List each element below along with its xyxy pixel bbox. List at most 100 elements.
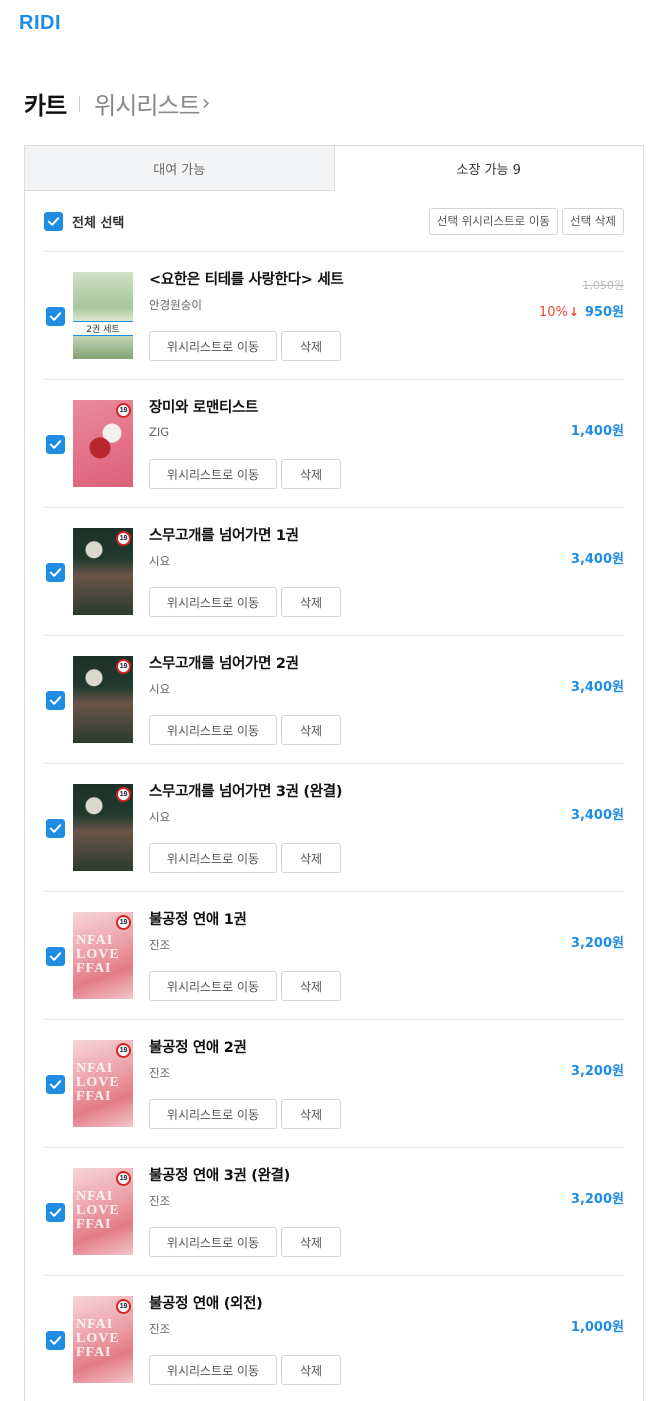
delete-button[interactable]: 삭제 [281,715,341,745]
book-title[interactable]: <요한은 티테를 사랑한다> 세트 [149,268,344,289]
check-icon [49,1080,62,1089]
item-checkbox[interactable] [46,947,65,966]
item-actions: 위시리스트로 이동 삭제 [149,331,341,361]
book-cover[interactable]: 19 [73,656,133,743]
cart-item: 19 NFAI LOVE FFAI 불공정 연애 2권 진조 위시리스트로 이동 … [44,1020,624,1148]
book-author[interactable]: 시요 [149,681,170,697]
book-author[interactable]: 진조 [149,1321,170,1337]
delete-button[interactable]: 삭제 [281,331,341,361]
item-actions: 위시리스트로 이동 삭제 [149,715,341,745]
cart-title: 카트 [24,92,67,120]
down-arrow-icon: ↓ [568,305,579,319]
book-author[interactable]: 진조 [149,1065,170,1081]
move-to-wishlist-button[interactable]: 위시리스트로 이동 [149,715,277,745]
delete-button[interactable]: 삭제 [281,587,341,617]
item-actions: 위시리스트로 이동 삭제 [149,843,341,873]
delete-button[interactable]: 삭제 [281,459,341,489]
check-icon [47,216,60,226]
item-actions: 위시리스트로 이동 삭제 [149,459,341,489]
original-price: 1,050원 [582,279,624,292]
delete-button[interactable]: 삭제 [281,1099,341,1129]
book-cover[interactable]: 19 [73,784,133,871]
item-price: 3,400원 [570,552,624,567]
delete-button[interactable]: 삭제 [281,1227,341,1257]
item-checkbox[interactable] [46,1075,65,1094]
item-price: 3,200원 [570,1064,624,1079]
select-all-checkbox[interactable] [44,211,63,231]
chevron-right-icon[interactable]: › [202,91,211,116]
adult-19-badge: 19 [116,787,131,802]
cover-artwork-text: NFAI LOVE FFAI [76,1317,120,1360]
move-selected-to-wishlist-button[interactable]: 선택 위시리스트로 이동 [428,207,559,235]
select-all-label[interactable]: 전체 선택 [72,212,124,231]
book-author[interactable]: ZIG [149,425,169,439]
item-price: 3,400원 [570,808,624,823]
discount-rate: 10% [538,305,568,320]
book-title[interactable]: 스무고개를 넘어가면 1권 [149,524,299,545]
item-checkbox[interactable] [46,1331,65,1350]
check-icon [49,312,62,321]
move-to-wishlist-button[interactable]: 위시리스트로 이동 [149,331,277,361]
item-checkbox[interactable] [46,819,65,838]
book-cover[interactable]: 19 [73,400,133,487]
book-title[interactable]: 스무고개를 넘어가면 2권 [149,652,299,673]
book-cover[interactable]: 2권 세트 [73,272,133,359]
book-author[interactable]: 진조 [149,1193,170,1209]
item-checkbox[interactable] [46,1203,65,1222]
book-title[interactable]: 장미와 로맨티스트 [149,396,258,417]
delete-button[interactable]: 삭제 [281,843,341,873]
cover-artwork-text: NFAI LOVE FFAI [76,933,120,976]
tab-purchase[interactable]: 소장 가능 9 [334,146,643,191]
cart-item: 19 NFAI LOVE FFAI 불공정 연애 (외전) 진조 위시리스트로 이… [44,1276,624,1401]
book-title[interactable]: 불공정 연애 (외전) [149,1292,263,1313]
book-cover[interactable]: 19 [73,528,133,615]
book-title[interactable]: 불공정 연애 3권 (완결) [149,1164,290,1185]
book-author[interactable]: 시요 [149,809,170,825]
item-checkbox[interactable] [46,691,65,710]
adult-19-badge: 19 [116,403,131,418]
adult-19-badge: 19 [116,915,131,930]
check-icon [49,952,62,961]
delete-button[interactable]: 삭제 [281,971,341,1001]
item-checkbox[interactable] [46,563,65,582]
wishlist-link[interactable]: 위시리스트 [94,86,200,121]
item-checkbox[interactable] [46,435,65,454]
book-title[interactable]: 스무고개를 넘어가면 3권 (완결) [149,780,342,801]
book-author[interactable]: 안경원숭이 [149,297,202,313]
book-cover[interactable]: 19 NFAI LOVE FFAI [73,1296,133,1383]
cart-item-list: 2권 세트 <요한은 티테를 사랑한다> 세트 안경원숭이 위시리스트로 이동 … [44,252,624,1401]
book-cover[interactable]: 19 NFAI LOVE FFAI [73,912,133,999]
move-to-wishlist-button[interactable]: 위시리스트로 이동 [149,843,277,873]
heading-divider [79,95,81,112]
cart-panel: 대여 가능 소장 가능 9 전체 선택 선택 위시리스트로 이동 선택 삭제 2… [24,145,644,1401]
item-price: 3,400원 [570,680,624,695]
book-author[interactable]: 시요 [149,553,170,569]
check-icon [49,568,62,577]
ridi-logo[interactable]: RIDI [19,12,61,35]
book-author[interactable]: 진조 [149,937,170,953]
cart-content: 전체 선택 선택 위시리스트로 이동 선택 삭제 2권 세트 <요한은 티테를 … [44,191,624,1401]
cart-toolbar: 전체 선택 선택 위시리스트로 이동 선택 삭제 [44,191,624,252]
cart-item: 19 스무고개를 넘어가면 3권 (완결) 시요 위시리스트로 이동 삭제 3,… [44,764,624,892]
set-count-badge: 2권 세트 [73,321,133,336]
delete-selected-button[interactable]: 선택 삭제 [562,207,624,235]
item-actions: 위시리스트로 이동 삭제 [149,971,341,1001]
item-price: 1,400원 [570,424,624,439]
move-to-wishlist-button[interactable]: 위시리스트로 이동 [149,1355,277,1385]
move-to-wishlist-button[interactable]: 위시리스트로 이동 [149,971,277,1001]
item-price: 3,200원 [570,1192,624,1207]
book-cover[interactable]: 19 NFAI LOVE FFAI [73,1040,133,1127]
item-price: 3,200원 [570,936,624,951]
item-price: 1,000원 [570,1320,624,1335]
tab-rental[interactable]: 대여 가능 [25,146,335,191]
book-title[interactable]: 불공정 연애 1권 [149,908,247,929]
delete-button[interactable]: 삭제 [281,1355,341,1385]
book-cover[interactable]: 19 NFAI LOVE FFAI [73,1168,133,1255]
move-to-wishlist-button[interactable]: 위시리스트로 이동 [149,1227,277,1257]
item-checkbox[interactable] [46,307,65,326]
move-to-wishlist-button[interactable]: 위시리스트로 이동 [149,587,277,617]
cart-tabs: 대여 가능 소장 가능 9 [25,146,643,191]
book-title[interactable]: 불공정 연애 2권 [149,1036,247,1057]
move-to-wishlist-button[interactable]: 위시리스트로 이동 [149,1099,277,1129]
move-to-wishlist-button[interactable]: 위시리스트로 이동 [149,459,277,489]
